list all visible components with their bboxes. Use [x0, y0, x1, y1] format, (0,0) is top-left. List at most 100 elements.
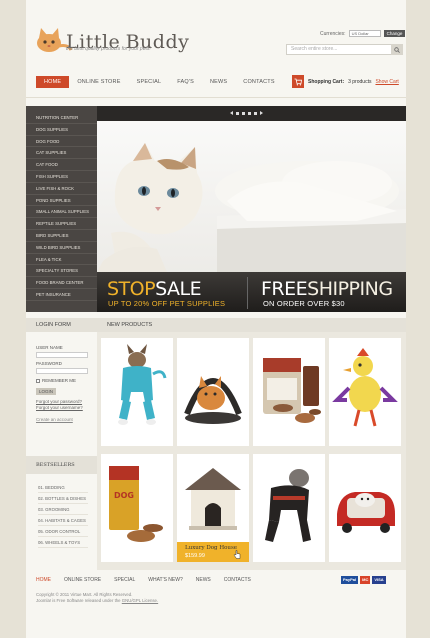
- category-item[interactable]: REPTILE SUPPLIES: [26, 218, 97, 230]
- product-tile-dog-hoodie[interactable]: [253, 454, 325, 562]
- product-tile-dog-sweater[interactable]: [101, 338, 173, 446]
- bestseller-item[interactable]: 05. ODOR CONTROL: [38, 526, 88, 537]
- stop-sale-subtitle: UP TO 20% OFF PET SUPPLIES: [108, 299, 226, 308]
- nav-news[interactable]: NEWS: [202, 76, 235, 88]
- dog-treats-image: [263, 358, 321, 423]
- footer-link-online-store[interactable]: ONLINE STORE: [64, 577, 101, 583]
- change-currency-button[interactable]: Change: [383, 30, 406, 37]
- hand-cursor-icon: [233, 550, 241, 559]
- free-shipping-subtitle: ON ORDER OVER $30: [263, 299, 345, 308]
- dog-biscuits-image: DOG: [109, 466, 163, 542]
- nav-contacts[interactable]: CONTACTS: [235, 76, 282, 88]
- footer-link-home[interactable]: HOME: [36, 577, 51, 583]
- footer-link-whats-new[interactable]: WHAT'S NEW?: [148, 577, 182, 583]
- footer-link-contacts[interactable]: CONTACTS: [224, 577, 251, 583]
- category-item[interactable]: DOG FOOD: [26, 136, 97, 148]
- copyright: Copyright © 2011 Virtue Mart. All Rights…: [36, 592, 158, 604]
- footer-link-news[interactable]: NEWS: [196, 577, 211, 583]
- category-item[interactable]: BIRD SUPPLIES: [26, 230, 97, 242]
- category-item[interactable]: CAT SUPPLIES: [26, 147, 97, 160]
- svg-text:DOG: DOG: [114, 491, 134, 500]
- category-item[interactable]: FLEA & TICK: [26, 254, 97, 266]
- remember-me-label: REMEMBER ME: [42, 378, 77, 383]
- forgot-username-link[interactable]: Forgot your username?: [36, 405, 97, 411]
- password-input[interactable]: [36, 368, 88, 374]
- bestseller-item[interactable]: 01. BEDDING: [38, 482, 88, 493]
- slider-dot[interactable]: [236, 111, 239, 115]
- product-tile-dog-car-bed[interactable]: [329, 454, 401, 562]
- chicken-toy-image: [332, 348, 398, 427]
- bestseller-item[interactable]: 04. HABITATS & CAGES: [38, 515, 88, 526]
- search-icon: [394, 46, 400, 53]
- bestsellers-heading: BESTSELLERS: [26, 456, 97, 474]
- license-text: Joomla! is Free Software released under …: [36, 598, 121, 603]
- category-item[interactable]: PET INSURANCE: [26, 289, 97, 301]
- category-item[interactable]: FOOD BRAND CENTER: [26, 277, 97, 289]
- category-item[interactable]: CAT FOOD: [26, 159, 97, 171]
- free-word: FREE: [261, 278, 308, 300]
- category-item[interactable]: SMALL ANIMAL SUPPLIES: [26, 206, 97, 219]
- footer-nav: HOME ONLINE STORE SPECIAL WHAT'S NEW? NE…: [36, 577, 251, 583]
- cart-count: 3 products: [348, 78, 372, 85]
- tagline: the best quality products for your pets!: [66, 46, 151, 52]
- slider-next-icon[interactable]: [260, 111, 263, 115]
- nav-home[interactable]: HOME: [36, 76, 70, 88]
- product-tile-luxury-dog-house[interactable]: Luxury Dog House $159.99: [177, 454, 249, 562]
- main-nav: HOME ONLINE STORE SPECIAL FAQ'S NEWS CON…: [36, 76, 283, 88]
- slider-dot[interactable]: [254, 111, 257, 115]
- paypal-icon: PayPal: [341, 576, 359, 584]
- category-item[interactable]: SPECIALTY STORES: [26, 265, 97, 278]
- stop-word: STOP: [107, 278, 156, 300]
- free-shipping-title: FREESHIPPING: [261, 278, 393, 300]
- product-tile-dog-biscuits[interactable]: DOG: [101, 454, 173, 562]
- category-item[interactable]: NUTRITION CENTER: [26, 112, 97, 124]
- login-button[interactable]: LOGIN: [36, 388, 56, 395]
- slider-pager[interactable]: [230, 111, 263, 115]
- category-item[interactable]: LIVE FISH & ROCK: [26, 183, 97, 195]
- promo-strip[interactable]: STOPSALE UP TO 20% OFF PET SUPPLIES FREE…: [97, 272, 406, 312]
- promo-divider: [247, 277, 248, 309]
- search-button[interactable]: [391, 44, 403, 55]
- nav-online-store[interactable]: ONLINE STORE: [69, 76, 128, 88]
- show-cart-link[interactable]: Show Cart: [375, 79, 398, 85]
- login-heading: LOGIN FORM: [26, 318, 97, 332]
- bestseller-item[interactable]: 03. GROOMING: [38, 504, 88, 515]
- license-link[interactable]: GNU/GPL License.: [122, 598, 158, 603]
- password-label: PASSWORD: [36, 361, 62, 366]
- cat-photo: [97, 143, 406, 272]
- remember-me-checkbox[interactable]: [36, 378, 40, 383]
- slider-prev-icon[interactable]: [230, 111, 233, 115]
- product-tile-dog-treats[interactable]: [253, 338, 325, 446]
- bestseller-item[interactable]: 02. BOTTLES & DISHES: [38, 493, 88, 504]
- search-input[interactable]: Search entire store...: [286, 44, 403, 55]
- currencies-label: Currencies:: [320, 30, 346, 37]
- currency-select[interactable]: US Dollar: [348, 30, 381, 37]
- username-label: USER NAME: [36, 345, 63, 350]
- product-grid: DOG Luxury Dog House $159.99: [97, 332, 406, 570]
- login-form: USER NAME PASSWORD REMEMBER ME LOGIN For…: [26, 332, 97, 444]
- category-item[interactable]: DOG SUPPLIES: [26, 124, 97, 136]
- bestseller-item[interactable]: 06. WHEELS & TOYS: [38, 537, 88, 548]
- slider-dot[interactable]: [248, 111, 251, 115]
- shipping-word: SHIPPING: [307, 278, 393, 300]
- dog-car-bed-image: [337, 492, 395, 533]
- nav-special[interactable]: SPECIAL: [129, 76, 170, 88]
- visa-icon: VISA: [372, 576, 386, 584]
- dog-house-image: [185, 468, 241, 530]
- category-item[interactable]: POND SUPPLIES: [26, 195, 97, 207]
- dog-sweater-image: [118, 344, 167, 425]
- footer-link-special[interactable]: SPECIAL: [114, 577, 135, 583]
- cart-icon[interactable]: [292, 75, 304, 88]
- category-item[interactable]: WILD BIRD SUPPLIES: [26, 242, 97, 254]
- payment-cards: PayPal MC VISA: [341, 576, 386, 584]
- remember-me: REMEMBER ME: [36, 378, 97, 383]
- username-input[interactable]: [36, 352, 88, 358]
- product-tile-cat-tunnel[interactable]: [177, 338, 249, 446]
- product-tile-chicken-toy[interactable]: [329, 338, 401, 446]
- create-account-link[interactable]: Create an account: [36, 417, 97, 422]
- slider-dot[interactable]: [242, 111, 245, 115]
- sale-word: SALE: [155, 278, 202, 300]
- category-item[interactable]: FISH SUPPLIES: [26, 171, 97, 183]
- nav-faqs[interactable]: FAQ'S: [169, 76, 202, 88]
- cat-tunnel-image: [184, 376, 242, 424]
